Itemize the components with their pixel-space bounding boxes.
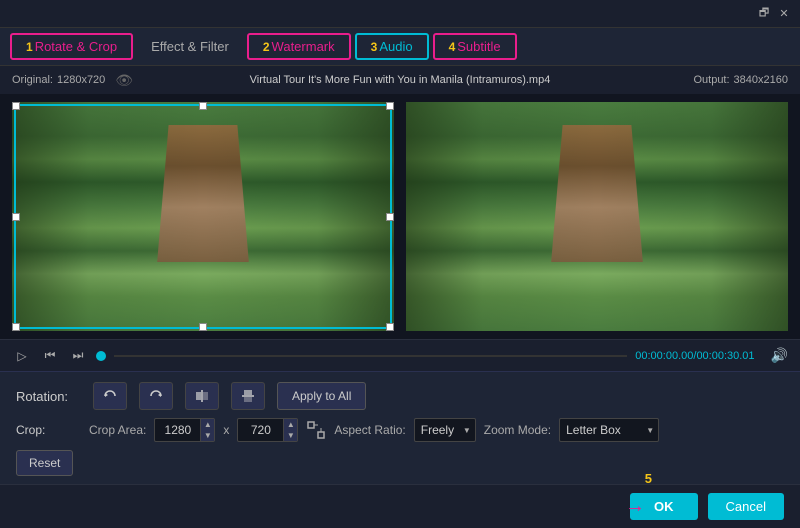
output-video-panel	[406, 102, 788, 331]
tab-subtitle[interactable]: 4 Subtitle	[433, 33, 517, 60]
rotation-label: Rotation:	[16, 389, 81, 404]
timeline[interactable]	[114, 355, 627, 357]
crop-label: Crop:	[16, 423, 81, 437]
tab-bar: 1 Rotate & Crop Effect & Filter 2 Waterm…	[0, 28, 800, 66]
time-current: 00:00:00.00	[635, 350, 693, 362]
timeline-dot[interactable]	[96, 351, 106, 361]
volume-icon[interactable]: 🔊	[771, 347, 788, 364]
crop-height-input[interactable]	[238, 419, 283, 441]
tab-rotate-label: Rotate & Crop	[35, 39, 117, 54]
input-video-panel	[12, 102, 394, 331]
video-bg-left	[12, 102, 394, 331]
original-resolution: 1280x720	[57, 74, 105, 86]
preview-area	[0, 94, 800, 339]
aspect-ratio-dropdown-wrap: Freely 16:9 4:3 1:1	[414, 418, 476, 442]
tab-effect-label: Effect & Filter	[151, 39, 229, 54]
info-bar: Original: 1280x720 👁 Virtual Tour It's M…	[0, 66, 800, 94]
time-total: 00:00:30.01	[696, 350, 754, 362]
apply-to-all-button[interactable]: Apply to All	[277, 382, 366, 410]
step-number-5: 5	[645, 471, 652, 486]
x-separator: x	[223, 423, 229, 437]
tab-effect-filter[interactable]: Effect & Filter	[137, 35, 243, 58]
minimize-button[interactable]: 🗗	[756, 6, 772, 22]
rotate-right-button[interactable]	[139, 382, 173, 410]
time-display: 00:00:00.00/00:00:30.01	[635, 350, 754, 362]
input-video-frame	[12, 102, 394, 331]
reset-button[interactable]: Reset	[16, 450, 73, 476]
close-button[interactable]: ✕	[776, 6, 792, 22]
tab-number-4: 4	[449, 40, 456, 54]
tab-audio[interactable]: 3 Audio	[355, 33, 429, 60]
footer: OK Cancel	[0, 484, 800, 528]
tab-audio-label: Audio	[379, 39, 412, 54]
step-5-arrow: →	[625, 495, 645, 518]
video-bg-right	[406, 102, 788, 331]
flip-vertical-button[interactable]	[231, 382, 265, 410]
settings-area: Rotation:	[0, 371, 800, 486]
original-label: Original:	[12, 74, 53, 86]
title-bar: 🗗 ✕	[0, 0, 800, 28]
tab-rotate-crop[interactable]: 1 Rotate & Crop	[10, 33, 133, 60]
crop-width-input[interactable]	[155, 419, 200, 441]
output-video-frame	[406, 102, 788, 331]
crop-height-up[interactable]: ▲	[283, 419, 297, 430]
rotation-row: Rotation:	[16, 382, 784, 410]
output-resolution: 3840x2160	[734, 74, 788, 86]
crop-row: Crop: Crop Area: ▲ ▼ x ▲ ▼ Aspect	[16, 418, 784, 442]
cancel-button[interactable]: Cancel	[708, 493, 784, 520]
tab-number-1: 1	[26, 40, 33, 54]
rotate-left-button[interactable]	[93, 382, 127, 410]
crop-width-up[interactable]: ▲	[200, 419, 214, 430]
crop-width-spinners: ▲ ▼	[200, 419, 214, 441]
reset-row: Reset	[16, 446, 784, 476]
crop-width-input-group: ▲ ▼	[154, 418, 215, 442]
eye-icon[interactable]: 👁	[115, 72, 133, 89]
crop-area-label: Crop Area:	[89, 423, 146, 437]
play-button[interactable]: ▷	[12, 346, 32, 366]
tab-watermark[interactable]: 2 Watermark	[247, 33, 351, 60]
output-label: Output:	[693, 74, 729, 86]
zoom-mode-dropdown-wrap: Letter Box Pan & Scan Full	[559, 418, 659, 442]
aspect-ratio-label: Aspect Ratio:	[334, 423, 405, 437]
tab-subtitle-label: Subtitle	[457, 39, 500, 54]
filename: Virtual Tour It's More Fun with You in M…	[250, 74, 551, 86]
crop-height-spinners: ▲ ▼	[283, 419, 297, 441]
tab-watermark-label: Watermark	[272, 39, 335, 54]
aspect-ratio-dropdown[interactable]: Freely 16:9 4:3 1:1	[414, 418, 476, 442]
crop-width-down[interactable]: ▼	[200, 430, 214, 441]
next-frame-button[interactable]: ⏭	[68, 346, 88, 366]
crop-center-icon[interactable]	[306, 420, 326, 440]
controls-bar: ▷ ⏮ ⏭ 00:00:00.00/00:00:30.01 🔊	[0, 339, 800, 371]
crop-height-input-group: ▲ ▼	[237, 418, 298, 442]
zoom-mode-label: Zoom Mode:	[484, 423, 551, 437]
flip-horizontal-button[interactable]	[185, 382, 219, 410]
tab-number-2: 2	[263, 40, 270, 54]
prev-frame-button[interactable]: ⏮	[40, 346, 60, 366]
zoom-mode-dropdown[interactable]: Letter Box Pan & Scan Full	[559, 418, 659, 442]
crop-height-down[interactable]: ▼	[283, 430, 297, 441]
tab-number-3: 3	[371, 40, 378, 54]
